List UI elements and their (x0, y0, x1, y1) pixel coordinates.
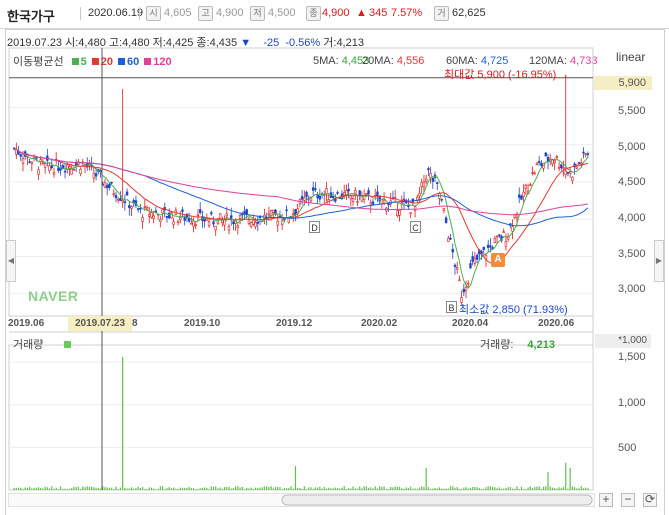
x-axis-label: 2019.10 (184, 318, 221, 329)
legend-swatch-20 (91, 58, 99, 65)
scroll-left-arrow[interactable]: ◀ (6, 240, 16, 282)
high-value: 4,900 (216, 7, 244, 19)
header-date: 2020.06.19 (88, 7, 144, 19)
ma-value-number: 4,556 (393, 55, 425, 67)
open-value: 4,605 (164, 7, 192, 19)
tag-d[interactable]: D (309, 221, 320, 233)
tag-c[interactable]: C (410, 221, 421, 233)
legend-swatch-120 (144, 58, 152, 65)
x-axis-label: 2020.06 (538, 318, 575, 329)
change-percent: 7.57% (391, 7, 423, 19)
scale-mode-toggle[interactable]: linear (616, 50, 645, 64)
volume-current-label: 거래량: (480, 339, 514, 351)
ma-legend: 이동평균선 5 20 60 120 (13, 53, 172, 69)
info-volume: 거:4,213 (323, 37, 364, 49)
divider (80, 7, 81, 20)
info-date: 2019.07.23 (7, 37, 63, 49)
y-axis-label: 4,500 (618, 176, 646, 188)
chart-frame (5, 29, 665, 515)
reset-button[interactable]: ⟳ (643, 493, 657, 507)
info-open: 시:4,480 (65, 37, 106, 49)
volume-axis-label: 500 (618, 442, 637, 454)
info-low: 저:4,425 (152, 37, 194, 49)
time-scrollbar[interactable] (8, 493, 595, 507)
volume-axis-label: 1,000 (618, 397, 646, 409)
y-axis-label: 4,000 (618, 212, 646, 224)
volume-color-swatch (64, 341, 72, 348)
ma-value-number: 4,733 (566, 55, 598, 67)
y-axis-label: 5,000 (618, 141, 646, 153)
x-axis-highlight: 2019.07.23 (68, 316, 132, 331)
stock-name: 한국가구 (7, 9, 55, 24)
volume-value: 62,625 (452, 7, 486, 19)
x-axis-label: 2020.02 (361, 318, 398, 329)
naver-watermark: NAVER (28, 288, 79, 304)
legend-swatch-60 (118, 58, 126, 65)
tag-b[interactable]: B (446, 301, 457, 313)
low-value: 4,500 (268, 7, 296, 19)
min-annotation: 최소값 2,850 (71.93%) (459, 304, 568, 316)
zoom-out-button[interactable]: − (621, 493, 635, 507)
stock-header: 한국가구 2020.06.19 시 4,605 고 4,900 저 4,500 … (0, 0, 669, 29)
volume-icon: 거 (434, 6, 449, 21)
info-change-pct: -0.56% (285, 37, 321, 49)
legend-label-120: 120 (153, 56, 172, 68)
ma-value-1: 20MA: 4,556 (362, 55, 424, 67)
y-axis-highlight: 5,900 (594, 76, 652, 90)
volume-unit: *1,000 (595, 334, 651, 348)
volume-panel-label: 거래량 (13, 336, 72, 352)
ma-value-label: 20MA: (362, 55, 394, 67)
legend-label-20: 20 (100, 56, 114, 68)
volume-current-value: 4,213 (527, 339, 555, 351)
down-arrow-icon: ▼ (240, 37, 252, 49)
ma-value-label: 5MA: (313, 55, 339, 67)
x-axis-label: 2020.04 (452, 318, 489, 329)
info-close: 종:4,435 (196, 37, 238, 49)
legend-title: 이동평균선 (13, 56, 64, 68)
y-axis-label: 5,500 (618, 105, 646, 117)
volume-current: 거래량: 4,213 (480, 336, 555, 352)
up-arrow-icon: ▲ (356, 7, 367, 19)
tag-a[interactable]: A (491, 253, 505, 267)
close-value: 4,900 (322, 7, 350, 19)
y-axis-label: 3,500 (618, 248, 646, 260)
zoom-in-button[interactable]: + (599, 493, 613, 507)
change-value: 345 (369, 7, 388, 19)
volume-axis-label: 1,500 (618, 351, 646, 363)
y-axis-label: 3,000 (618, 283, 646, 295)
x-axis-label: 2019.12 (276, 318, 313, 329)
crosshair-info: 2019.07.23 시:4,480 고:4,480 저:4,425 종:4,4… (7, 34, 364, 50)
info-change: -25 (263, 37, 280, 49)
open-icon: 시 (146, 6, 161, 21)
high-icon: 고 (198, 6, 213, 21)
divider (139, 7, 140, 20)
x-axis-label: 2019.06 (8, 318, 45, 329)
close-icon: 종 (306, 6, 321, 21)
low-icon: 저 (250, 6, 265, 21)
volume-label: 거래량 (13, 339, 44, 351)
scroll-right-arrow[interactable]: ▶ (654, 240, 664, 282)
x-axis-label: 8 (132, 318, 138, 329)
legend-label-5: 5 (80, 56, 87, 68)
legend-swatch-5 (71, 58, 79, 65)
legend-label-60: 60 (127, 56, 140, 68)
info-high: 고:4,480 (108, 37, 150, 49)
ma-value-0: 5MA: 4,453 (313, 55, 369, 67)
max-annotation: 최대값 5,900 (-16.95%) (444, 69, 557, 81)
